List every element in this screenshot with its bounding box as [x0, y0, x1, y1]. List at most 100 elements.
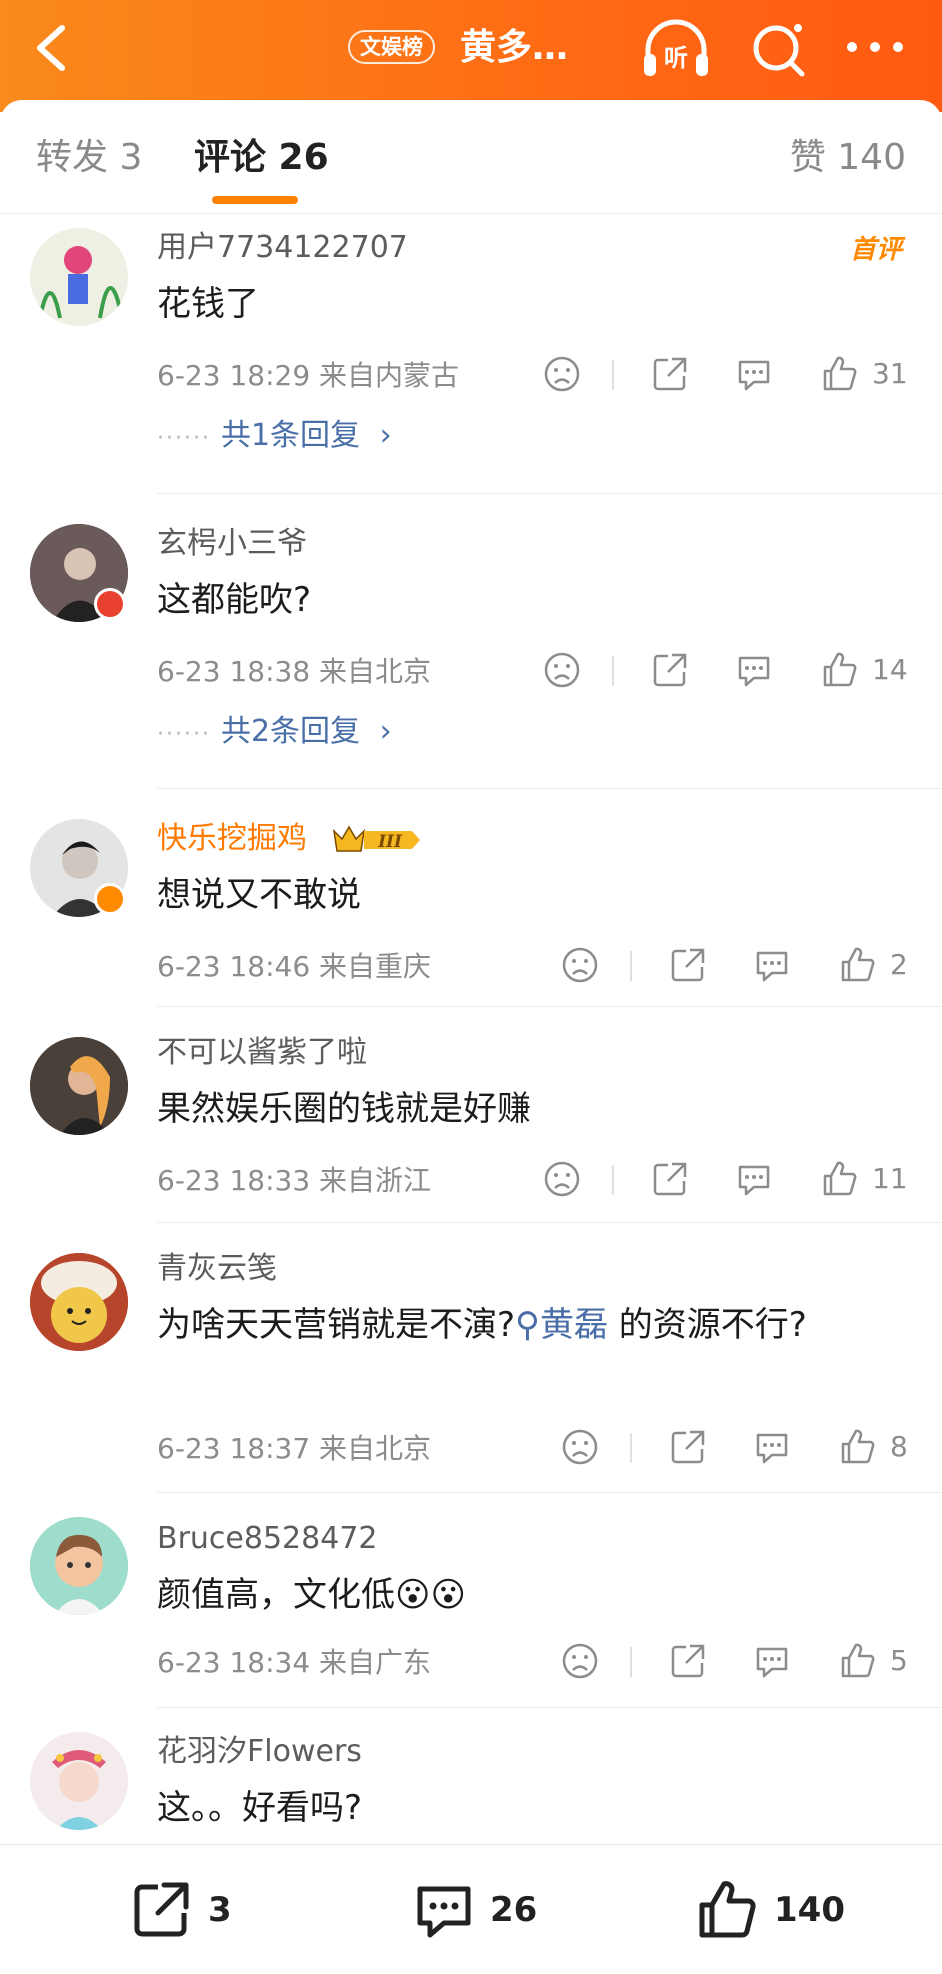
- comment-username[interactable]: 用户7734122707: [157, 228, 408, 268]
- verified-badge-icon: [94, 588, 126, 620]
- comment-username[interactable]: 花羽汐Flowers: [157, 1732, 362, 1772]
- view-replies-link[interactable]: ······ 共2条回复 ›: [157, 712, 392, 755]
- like-count: 31: [872, 357, 908, 390]
- reply-comment-icon[interactable]: [734, 354, 774, 394]
- comment-location: 来自北京: [319, 1432, 432, 1465]
- reply-comment-icon[interactable]: [734, 650, 774, 690]
- like-thumb-icon[interactable]: [820, 650, 860, 690]
- comment-text: 想说又不敢说: [157, 875, 361, 915]
- like-thumb-icon[interactable]: [838, 1641, 878, 1681]
- reply-comment-icon[interactable]: [752, 945, 792, 985]
- comment-time: 6-23 18:46: [157, 950, 311, 983]
- avatar-person-icon: [30, 1732, 128, 1830]
- top-header: 文娱榜 黄多… 听: [0, 0, 942, 112]
- avatar-plush-icon: [30, 1253, 128, 1351]
- reply-count-label: 共1条回复: [220, 418, 361, 453]
- comment-meta: 6-23 18:34 来自广东: [157, 1643, 431, 1683]
- comment-text-after: 的资源不行?: [607, 1305, 807, 1345]
- comment-location: 来自重庆: [319, 950, 432, 983]
- avatar-person-icon: [30, 1037, 128, 1135]
- bottom-like-button[interactable]: 140: [696, 1879, 856, 1941]
- share-icon[interactable]: [650, 354, 690, 394]
- dislike-face-icon[interactable]: [542, 650, 582, 690]
- tab-repost[interactable]: 转发 3: [36, 134, 142, 182]
- comment-time: 6-23 18:29: [157, 359, 311, 392]
- reply-count-label: 共2条回复: [220, 714, 361, 749]
- dislike-face-icon[interactable]: [542, 354, 582, 394]
- first-comment-badge: 首评: [849, 235, 902, 265]
- dislike-face-icon[interactable]: [560, 1641, 600, 1681]
- comment-bubble-icon: [417, 1886, 471, 1938]
- comment-username[interactable]: 不可以酱紫了啦: [157, 1033, 367, 1073]
- like-thumb-icon[interactable]: [820, 354, 860, 394]
- comment-item: 玄枵小三爷 这都能吹? 6-23 18:38 来自北京 14 ······ 共2条…: [0, 494, 942, 789]
- dislike-face-icon[interactable]: [560, 1427, 600, 1467]
- comment-actions: 31: [542, 354, 912, 398]
- tab-likes[interactable]: 赞 140: [790, 134, 906, 182]
- action-divider: [612, 360, 614, 390]
- comment-item: Bruce8528472 颜值高，文化低😮😮 6-23 18:34 来自广东 5: [0, 1493, 942, 1708]
- like-thumb-icon[interactable]: [838, 1427, 878, 1467]
- comment-text-before: 为啥天天营销就是不演?: [157, 1305, 516, 1345]
- share-icon[interactable]: [650, 650, 690, 690]
- like-count: 140: [774, 1890, 845, 1930]
- share-icon[interactable]: [650, 1159, 690, 1199]
- reply-comment-icon[interactable]: [734, 1159, 774, 1199]
- listen-headphones-icon[interactable]: 听: [640, 18, 712, 80]
- back-arrow-icon[interactable]: [28, 20, 78, 76]
- comment-meta: 6-23 18:29 来自内蒙古: [157, 356, 459, 396]
- like-count: 2: [890, 948, 908, 981]
- comment-item: 青灰云笺 为啥天天营销就是不演?⚲黄磊 的资源不行? 6-23 18:37 来自…: [0, 1223, 942, 1493]
- share-icon[interactable]: [668, 1641, 708, 1681]
- reply-dots: ······: [157, 722, 211, 747]
- action-divider: [612, 656, 614, 686]
- action-divider: [630, 951, 632, 981]
- comment-item: 花羽汐Flowers 这。。好看吗?: [0, 1708, 942, 1844]
- comment-text: 这。。好看吗?: [157, 1788, 363, 1828]
- tab-bar: 转发 3 评论 26 赞 140: [0, 100, 942, 214]
- user-avatar[interactable]: [30, 1732, 128, 1830]
- like-count: 14: [872, 653, 908, 686]
- avatar-drawing-icon: [30, 228, 128, 326]
- dislike-face-icon[interactable]: [542, 1159, 582, 1199]
- share-icon[interactable]: [668, 1427, 708, 1467]
- comment-text: 为啥天天营销就是不演?⚲黄磊 的资源不行?: [157, 1299, 877, 1351]
- repost-count: 3: [208, 1890, 232, 1930]
- vip-level-label: III: [377, 832, 403, 852]
- comment-meta: 6-23 18:33 来自浙江: [157, 1161, 431, 1201]
- comment-username[interactable]: 青灰云笺: [157, 1249, 277, 1289]
- comment-text: 这都能吹?: [157, 580, 312, 620]
- reply-comment-icon[interactable]: [752, 1427, 792, 1467]
- entertainment-ranking-badge[interactable]: 文娱榜: [348, 30, 435, 64]
- page-title: 黄多…: [460, 27, 569, 68]
- bottom-comment-button[interactable]: 26: [412, 1879, 552, 1941]
- share-icon[interactable]: [668, 945, 708, 985]
- more-options-icon[interactable]: [840, 22, 910, 72]
- search-icon[interactable]: [748, 18, 810, 80]
- user-avatar[interactable]: [30, 1517, 128, 1615]
- comment-meta: 6-23 18:37 来自北京: [157, 1429, 431, 1469]
- comment-location: 来自浙江: [319, 1164, 432, 1197]
- comment-username[interactable]: 快乐挖掘鸡: [157, 819, 307, 859]
- search-icon: ⚲: [515, 1305, 540, 1345]
- comment-username[interactable]: 玄枵小三爷: [157, 524, 307, 564]
- reply-comment-icon[interactable]: [752, 1641, 792, 1681]
- dislike-face-icon[interactable]: [560, 945, 600, 985]
- comment-actions: 5: [560, 1641, 912, 1685]
- action-divider: [630, 1433, 632, 1463]
- like-thumb-icon[interactable]: [838, 945, 878, 985]
- user-avatar[interactable]: [30, 1037, 128, 1135]
- user-avatar[interactable]: [30, 1253, 128, 1351]
- bottom-repost-button[interactable]: 3: [130, 1879, 250, 1941]
- comment-username[interactable]: Bruce8528472: [157, 1519, 378, 1559]
- like-count: 5: [890, 1644, 908, 1677]
- comment-text: 花钱了: [157, 284, 259, 324]
- comment-location: 来自北京: [319, 655, 432, 688]
- user-avatar[interactable]: [30, 228, 128, 326]
- vip-crown-badge-icon: III: [332, 825, 420, 852]
- like-thumb-icon[interactable]: [820, 1159, 860, 1199]
- comment-meta: 6-23 18:38 来自北京: [157, 652, 431, 692]
- comment-location: 来自内蒙古: [319, 359, 460, 392]
- view-replies-link[interactable]: ······ 共1条回复 ›: [157, 416, 392, 459]
- topic-search-link[interactable]: ⚲黄磊: [515, 1305, 608, 1345]
